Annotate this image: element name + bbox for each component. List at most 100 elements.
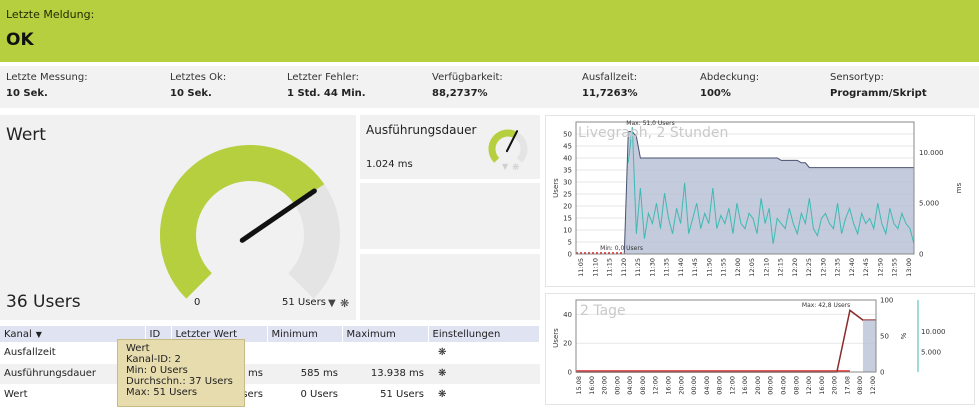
min-annotation: Min: 0,0 Users xyxy=(600,245,643,252)
y2-tick-label: 10.000 xyxy=(921,328,946,336)
y-tick-label: 50 xyxy=(563,131,572,139)
table-row[interactable]: Ausführungsdauer 1.024 ms 585 ms 13.938 … xyxy=(0,363,540,385)
stat-label: Verfügbarkeit: xyxy=(432,72,503,83)
stat-value: 11,7263% xyxy=(582,88,638,99)
x-tick-label: 12:30 xyxy=(819,258,827,277)
two-days-graph-panel[interactable]: 0 20 40 Users 0 50 100% 5.000 10.000 Max: 42,8 Us… xyxy=(545,293,975,405)
live-graph-panel[interactable]: 0 5 10 15 20 25 30 35 40 45 50 0 5.000 10.000 Users ms M… xyxy=(545,115,975,287)
exec-pin-icon: ▼ xyxy=(502,162,509,171)
x-tick-label: 08:00 xyxy=(716,376,724,395)
cell-settings: ❋ xyxy=(428,363,540,385)
pct-axis-label: % xyxy=(900,332,908,339)
column-header-settings[interactable]: Einstellungen xyxy=(428,326,540,342)
pct-tick-label: 100 xyxy=(880,297,893,305)
channels-table: Kanal ▼ ID Letzter Wert Minimum Maximum E… xyxy=(0,326,540,406)
x-tick-label: 12:40 xyxy=(848,258,856,277)
status-value: OK xyxy=(6,30,34,50)
exec-gauge: ▼ ❋ xyxy=(488,129,528,173)
y-tick-label: 5 xyxy=(568,239,572,247)
gear-icon[interactable]: ❋ xyxy=(438,389,446,400)
tooltip-title: Wert xyxy=(126,343,150,354)
pin-icon[interactable]: ▼ xyxy=(328,298,336,309)
x-tick-label: 11:55 xyxy=(720,258,728,277)
x-tick-label: 08:00 xyxy=(856,376,864,395)
x-tick-label: 12:00 xyxy=(734,258,742,277)
table-header-row: Kanal ▼ ID Letzter Wert Minimum Maximum E… xyxy=(0,326,540,342)
y2-axis-label: ms xyxy=(955,182,963,193)
tooltip-line: Durchschn.: 37 Users xyxy=(126,376,233,387)
x-tick-label: 04:00 xyxy=(626,376,634,395)
x-tick-label: 12:15 xyxy=(777,258,785,277)
stat-last-measurement: Letzte Messung: 10 Sek. xyxy=(6,72,88,99)
cell-settings: ❋ xyxy=(428,342,540,364)
stat-label: Letztes Ok: xyxy=(170,72,227,83)
stat-value: 1 Std. 44 Min. xyxy=(287,88,366,99)
y2-tick-label: 10.000 xyxy=(919,149,944,157)
x-tick-label: 11:05 xyxy=(577,258,585,277)
x-tick-label: 12:05 xyxy=(748,258,756,277)
stat-value: 10 Sek. xyxy=(170,88,212,99)
x-tick-label: 11:15 xyxy=(606,258,614,277)
y-tick-label: 40 xyxy=(563,311,572,319)
cell-min: 0 Users xyxy=(267,384,342,406)
y-tick-label: 0 xyxy=(568,369,572,377)
stat-downtime: Ausfallzeit: 11,7263% xyxy=(582,72,638,99)
x-tick-label: 12:45 xyxy=(862,258,870,277)
x-tick-label: 11:45 xyxy=(691,258,699,277)
y2-tick-label: 5.000 xyxy=(919,200,939,208)
x-tick-label: 12:50 xyxy=(876,258,884,277)
x-tick-label: 12:25 xyxy=(805,258,813,277)
stat-label: Ausfallzeit: xyxy=(582,72,638,83)
y-tick-label: 0 xyxy=(568,251,572,259)
stat-label: Sensortyp: xyxy=(830,72,884,83)
stat-value: Programm/Skript xyxy=(830,88,927,99)
pct-tick-label: 0 xyxy=(880,369,884,377)
table-row[interactable]: Wert 36 Users 0 Users 51 Users ❋ xyxy=(0,384,540,406)
x-tick-label: 12:35 xyxy=(834,258,842,277)
sort-down-icon[interactable]: ▼ xyxy=(36,330,42,339)
wert-gauge-panel: Wert M 36 Users 0 51 Users ▼ ❋ xyxy=(0,115,356,320)
cell-max: 13.938 ms xyxy=(342,363,428,385)
gear-icon[interactable]: ❋ xyxy=(340,297,349,310)
x-tick-label: 15.08 xyxy=(575,376,583,395)
x-tick-label: 04:00 xyxy=(780,376,788,395)
stat-last-ok: Letztes Ok: 10 Sek. xyxy=(170,72,226,99)
series-line-users xyxy=(576,309,876,373)
x-tick-label: 12:20 xyxy=(791,258,799,277)
x-tick-label: 11:40 xyxy=(677,258,685,277)
x-tick-label: 16:00 xyxy=(818,376,826,395)
cell-settings: ❋ xyxy=(428,384,540,406)
gear-icon[interactable]: ❋ xyxy=(438,368,446,379)
column-header-minimum[interactable]: Minimum xyxy=(267,326,343,342)
y-tick-label: 10 xyxy=(563,227,572,235)
live-graph-chart[interactable]: 0 5 10 15 20 25 30 35 40 45 50 0 5.000 10.000 Users ms M… xyxy=(546,116,974,286)
table-row[interactable]: Ausfallzeit ❋ xyxy=(0,342,540,364)
x-tick-label: 04:00 xyxy=(703,376,711,395)
chart-title: Livegraph, 2 Stunden xyxy=(578,125,728,141)
x-tick-label: 12:00 xyxy=(869,376,877,395)
x-tick-label: 16:00 xyxy=(741,376,749,395)
x-tick-label: 08:00 xyxy=(792,376,800,395)
y-tick-label: 35 xyxy=(563,167,572,175)
status-bar: Letzte Meldung: OK xyxy=(0,0,979,62)
stat-value: 88,2737% xyxy=(432,88,488,99)
y-axis-label: Users xyxy=(552,178,560,198)
stat-label: Abdeckung: xyxy=(700,72,760,83)
y-tick-label: 15 xyxy=(563,215,572,223)
stat-last-error: Letzter Fehler: 1 Std. 44 Min. xyxy=(287,72,366,99)
stat-sensor-type: Sensortyp: Programm/Skript xyxy=(830,72,927,99)
gauge-max-label: 51 Users xyxy=(282,297,326,308)
gear-icon[interactable]: ❋ xyxy=(438,347,446,358)
x-tick-label: 12:55 xyxy=(891,258,899,277)
stat-label: Letzter Fehler: xyxy=(287,72,360,83)
x-tick-label: 12:00 xyxy=(728,376,736,395)
channel-tooltip: Wert Kanal-ID: 2 Min: 0 Users Durchschn.… xyxy=(117,339,245,407)
x-tick-label: 11:50 xyxy=(705,258,713,277)
x-tick-label: 00:00 xyxy=(613,376,621,395)
series-area-users xyxy=(576,131,915,255)
two-days-graph-chart[interactable]: 0 20 40 Users 0 50 100% 5.000 10.000 Max: 42,8 Us… xyxy=(546,294,974,404)
gauge-fill xyxy=(488,129,517,163)
column-header-maximum[interactable]: Maximum xyxy=(342,326,429,342)
wert-gauge: M xyxy=(160,145,340,299)
x-tick-label: 16:00 xyxy=(664,376,672,395)
